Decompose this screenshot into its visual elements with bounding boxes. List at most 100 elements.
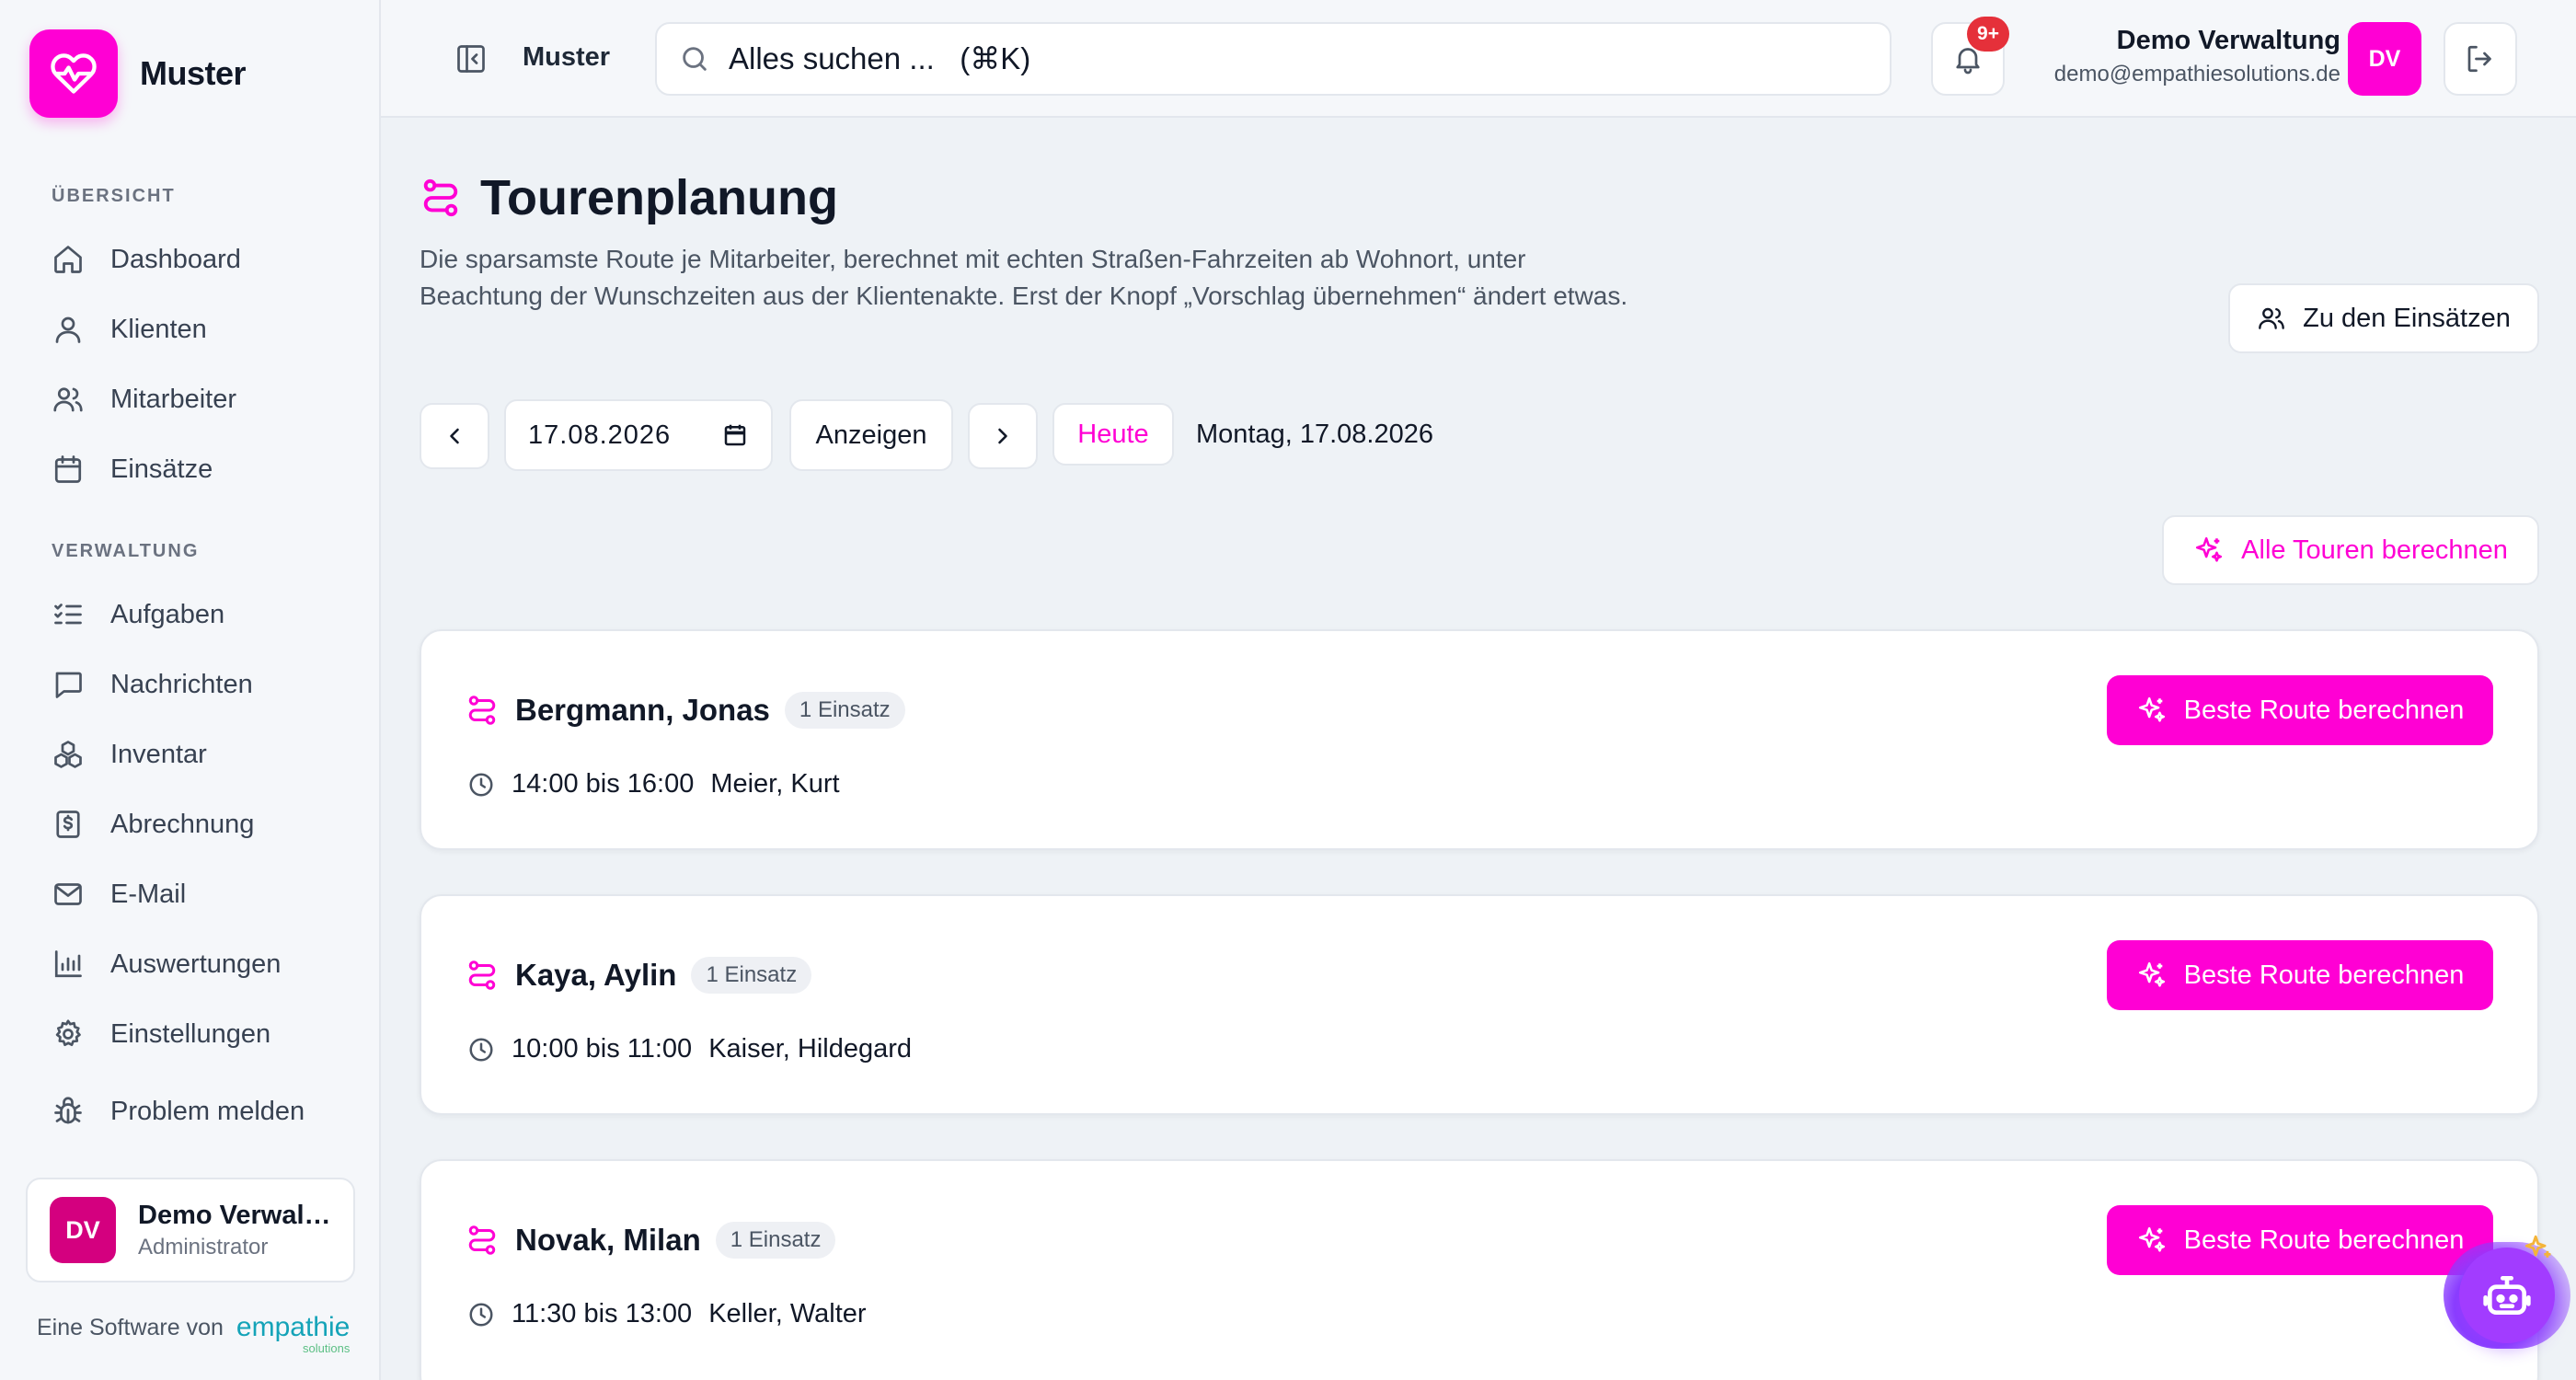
selected-date-label: Montag, 17.08.2026 [1196,420,1433,449]
avatar[interactable]: DV [2348,22,2421,96]
logout-icon [2467,45,2491,73]
sidebar-item-label: E-Mail [110,879,187,909]
user-icon [55,316,81,343]
search-bar[interactable] [655,22,1892,96]
sidebar-item-dashboard[interactable]: Dashboard [37,230,350,289]
sidebar-item-label: Dashboard [110,244,241,274]
sidebar-item-label: Nachrichten [110,669,253,699]
chevron-left-icon [450,428,459,444]
goto-assignments-button[interactable]: Zu den Einsätzen [2228,283,2539,353]
route-icon [468,1225,496,1255]
topbar-user-email: demo@empathiesolutions.de [2053,62,2340,86]
sparkles-icon [2138,961,2165,987]
page-header: Tourenplanung [420,169,838,226]
goto-assignments-label: Zu den Einsätzen [2303,303,2511,333]
sidebar-item-label: Einstellungen [110,1018,271,1049]
logout-button[interactable] [2444,22,2517,96]
users-icon [2259,307,2285,329]
compute-best-route-label: Beste Route berechnen [2183,960,2465,990]
assignment-client: Kaiser, Hildegard [708,1034,913,1064]
show-button[interactable]: Anzeigen [789,399,953,471]
home-icon [54,246,82,273]
sidebar-item-aufgaben[interactable]: Aufgaben [37,585,350,644]
compute-all-label: Alle Touren berechnen [2241,535,2508,565]
sidebar-user-card[interactable]: DV Demo Verwaltung Administrator [26,1178,355,1282]
compute-best-route-label: Beste Route berechnen [2183,695,2465,725]
compute-best-route-button[interactable]: Beste Route berechnen [2107,940,2493,1010]
compute-best-route-label: Beste Route berechnen [2183,1225,2465,1255]
assignment-client: Keller, Walter [708,1299,867,1328]
clock-icon [469,1038,493,1061]
boxes-icon [54,741,82,768]
brand-name: Muster [140,54,247,92]
sidebar-item-klienten[interactable]: Klienten [37,300,350,359]
topbar: Muster 9+ Demo Verwaltung demo@empathies… [381,0,2576,118]
sidebar-item-nachrichten[interactable]: Nachrichten [37,655,350,714]
heart-pulse-icon [29,29,118,118]
date-input[interactable]: 17.08.2026 [504,399,773,471]
sidebar-item-problem-melden[interactable]: Problem melden [37,1082,350,1141]
bug-icon [54,1097,82,1124]
topbar-user-name: Demo Verwaltung [2116,26,2340,55]
compute-best-route-button[interactable]: Beste Route berechnen [2107,1205,2493,1275]
sparkles-icon [2196,536,2223,562]
assignment-client: Meier, Kurt [710,769,840,799]
date-value: 17.08.2026 [528,420,672,450]
today-button[interactable]: Heute [1052,403,1174,466]
avatar: DV [50,1197,116,1263]
calendar-icon [54,455,82,483]
brand[interactable]: Muster [29,29,247,118]
sidebar-item-email[interactable]: E-Mail [37,865,350,924]
sidebar-item-abrechnung[interactable]: Abrechnung [37,795,350,854]
powered-by-text: Eine Software von [37,1315,224,1340]
sidebar-item-label: Einsätze [110,454,213,484]
assignment-row: 14:00 bis 16:00 Meier, Kurt [467,769,840,799]
assignment-count-badge: 1 Einsatz [715,1222,836,1259]
previous-day-button[interactable] [420,403,489,469]
sidebar-item-inventar[interactable]: Inventar [37,725,350,784]
employee-name: Kaya, Aylin [515,958,677,992]
message-icon [55,672,82,698]
assignment-row: 10:00 bis 11:00 Kaiser, Hildegard [467,1034,912,1064]
page-title: Tourenplanung [480,170,838,225]
assignment-count-badge: 1 Einsatz [691,957,812,994]
bar-chart-icon [54,950,82,978]
assignment-time: 14:00 bis 16:00 [512,769,695,799]
topbar-user: Demo Verwaltung demo@empathiesolutions.d… [2054,26,2340,87]
sidebar-item-auswertungen[interactable]: Auswertungen [37,935,350,994]
assignment-row: 11:30 bis 13:00 Keller, Walter [467,1299,867,1329]
compute-all-tours-button[interactable]: Alle Touren berechnen [2162,515,2539,585]
user-name: Demo Verwaltung [138,1200,331,1230]
users-icon [53,387,83,412]
powered-by: Eine Software von empathie solutions [37,1314,350,1355]
notification-badge: 9+ [1967,17,2009,52]
invoice-icon [56,811,80,838]
sparkles-icon [2138,1226,2165,1252]
vendor-logo[interactable]: empathie solutions [236,1314,350,1355]
sidebar-item-label: Problem melden [110,1096,305,1126]
next-day-button[interactable] [968,403,1038,469]
sidebar-item-mitarbeiter[interactable]: Mitarbeiter [37,370,350,429]
tour-card: Kaya, Aylin 1 Einsatz 10:00 bis 11:00 Ka… [420,894,2539,1115]
calendar-icon[interactable] [721,421,749,449]
clock-icon [469,1303,493,1326]
topbar-title: Muster [523,42,611,72]
route-icon [468,696,496,725]
sidebar-item-label: Klienten [110,314,207,344]
sidebar-item-einstellungen[interactable]: Einstellungen [37,1005,350,1064]
clock-icon [469,773,493,796]
mail-icon [54,883,82,905]
checklist-icon [54,604,82,625]
search-input[interactable] [729,41,1833,76]
sidebar-item-einsaetze[interactable]: Einsätze [37,440,350,499]
sidebar-item-label: Auswertungen [110,949,282,979]
sidebar-item-label: Aufgaben [110,599,225,629]
compute-best-route-button[interactable]: Beste Route berechnen [2107,675,2493,745]
tour-card: Bergmann, Jonas 1 Einsatz 14:00 bis 16:0… [420,629,2539,850]
nav-section-overview: ÜBERSICHT [52,186,176,206]
sidebar-toggle-icon[interactable] [454,42,488,75]
employee-name: Novak, Milan [515,1223,701,1257]
tour-card: Novak, Milan 1 Einsatz 11:30 bis 13:00 K… [420,1159,2539,1380]
sparkle-icon [2524,1235,2551,1258]
gear-icon [55,1019,81,1047]
